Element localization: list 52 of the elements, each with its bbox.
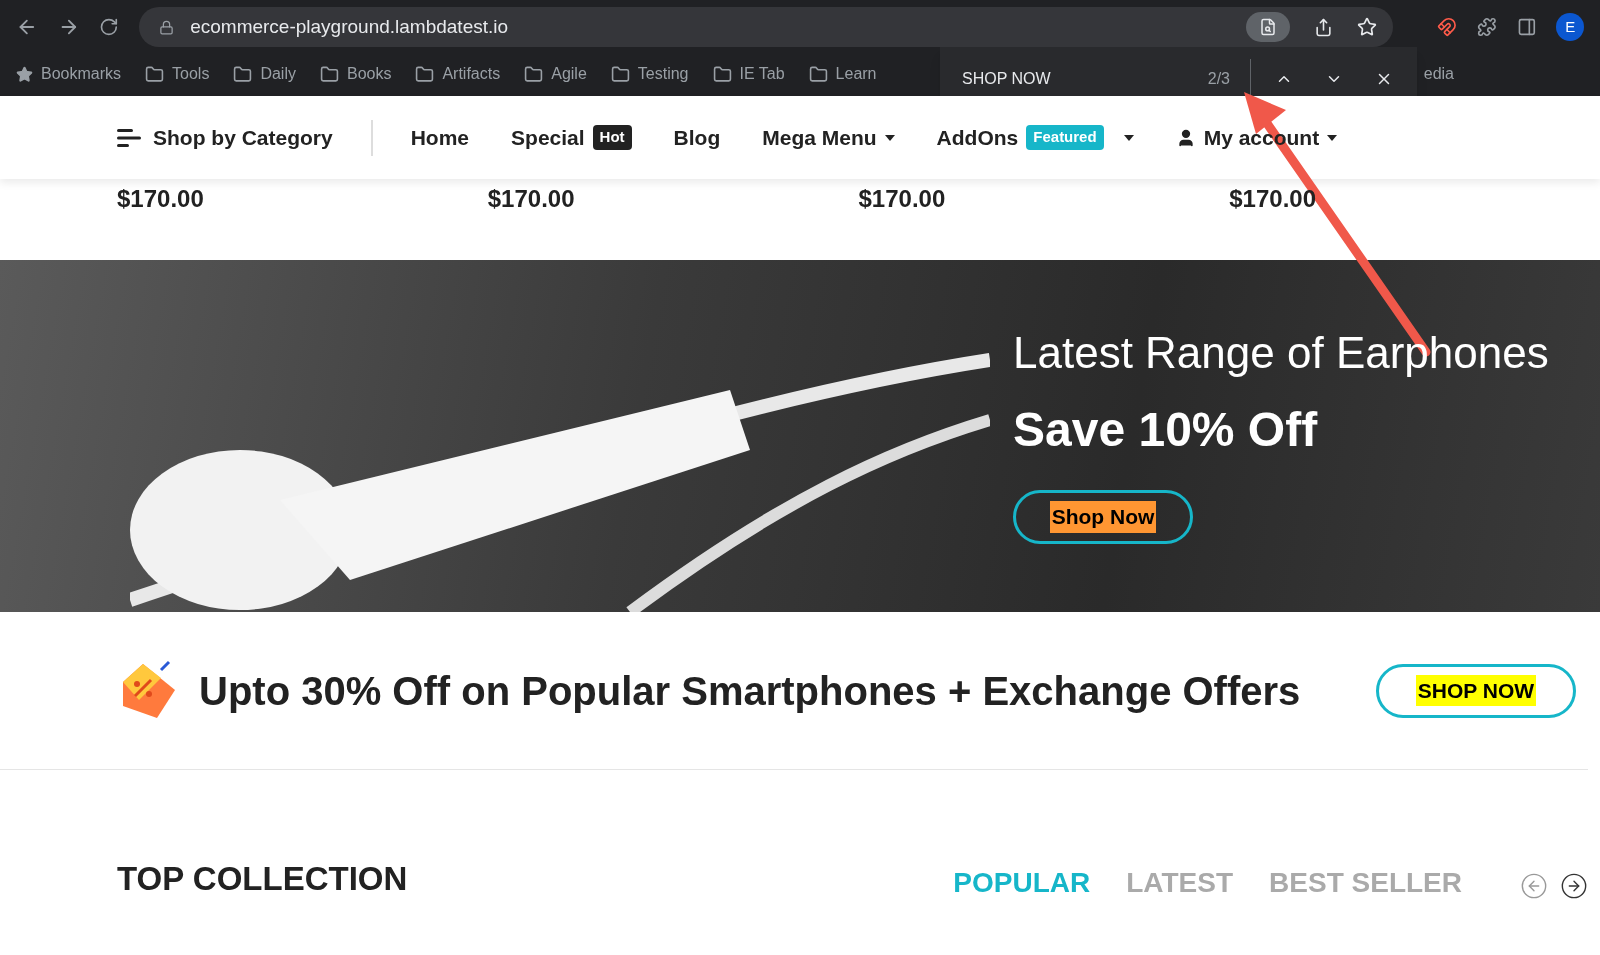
nav-badge: Featured	[1026, 125, 1104, 150]
nav-link[interactable]: Mega Menu	[762, 121, 877, 154]
product-price: $170.00	[487, 185, 575, 212]
banner-title: Latest Range of Earphones	[1013, 327, 1549, 379]
bookmark-item[interactable]: Books	[319, 62, 392, 86]
folder-icon	[319, 64, 339, 84]
folder-icon	[712, 64, 732, 84]
product-price: $170.00	[117, 185, 204, 212]
find-page-icon[interactable]	[1246, 12, 1291, 42]
nav-badge: Hot	[592, 125, 632, 150]
url-text: ecommerce-playground.lambdatest.io	[190, 14, 510, 39]
extensions-icon[interactable]	[1476, 17, 1497, 37]
profile-avatar[interactable]: E	[1556, 13, 1584, 41]
bookmark-item[interactable]: Agile	[524, 62, 587, 86]
bookmark-star-icon[interactable]	[1357, 17, 1378, 37]
folder-icon	[808, 64, 828, 84]
product-price: $170.00	[858, 185, 946, 212]
nav-link[interactable]: Blog	[673, 121, 721, 154]
magnet-icon[interactable]	[1437, 17, 1457, 37]
bookmark-item[interactable]: Testing	[610, 62, 689, 86]
lock-icon	[159, 19, 175, 35]
shop-now-button[interactable]: Shop Now	[1013, 490, 1193, 544]
address-bar[interactable]: ecommerce-playground.lambdatest.io	[139, 7, 1394, 47]
nav-link[interactable]: AddOns	[936, 121, 1019, 154]
star-icon	[16, 65, 33, 83]
bookmark-item[interactable]: Tools	[145, 62, 210, 86]
folder-icon	[145, 64, 165, 84]
bookmark-item[interactable]: Artifacts	[415, 62, 501, 86]
bookmark-item[interactable]: IE Tab	[712, 62, 785, 86]
find-query[interactable]: SHOP NOW	[962, 66, 1208, 91]
section-title: TOP COLLECTION	[117, 859, 409, 899]
promo-text: Upto 30% Off on Popular Smartphones + Exchange Offers	[199, 667, 1302, 715]
menu-icon	[117, 127, 141, 148]
share-icon[interactable]	[1314, 17, 1334, 37]
banner-subtitle: Save 10% Off	[1013, 402, 1319, 458]
bookmark-item[interactable]: Learn	[808, 62, 877, 86]
bookmark-item[interactable]: edia	[1423, 62, 1454, 86]
bookmark-item[interactable]: Bookmarks	[16, 62, 122, 86]
folder-icon	[524, 64, 544, 84]
folder-icon	[233, 64, 253, 84]
folder-icon	[415, 64, 435, 84]
nav-link[interactable]: Special	[511, 121, 585, 154]
reload-icon[interactable]	[99, 17, 120, 37]
product-price: $170.00	[1229, 185, 1316, 212]
find-page-icon[interactable]	[1259, 18, 1278, 36]
bookmark-item[interactable]: Daily	[233, 62, 296, 86]
shop-now-button[interactable]: SHOP NOW	[1376, 663, 1576, 718]
match-count: 2/3	[1207, 68, 1230, 89]
folder-icon	[610, 64, 630, 84]
nav-link[interactable]: Home	[410, 121, 470, 154]
category-menu-button[interactable]: Shop by Category	[117, 121, 333, 154]
side-panel-icon[interactable]	[1516, 17, 1537, 37]
